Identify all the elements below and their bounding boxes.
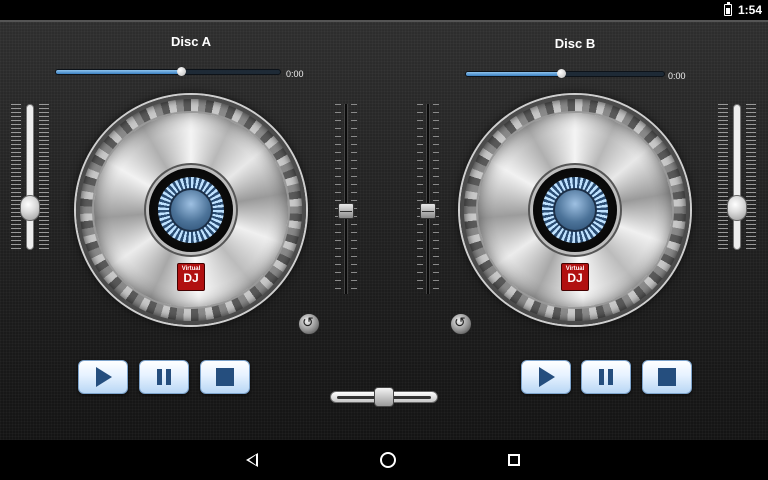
disc-b-stop-button[interactable] (642, 360, 692, 394)
disc-a-sync-icon[interactable] (298, 313, 320, 335)
disc-a-pitch-fader[interactable] (335, 104, 357, 294)
crossfader-handle[interactable] (374, 387, 394, 407)
navigation-bar (0, 440, 768, 480)
pitch-groove (426, 104, 430, 294)
crossfader[interactable] (330, 387, 438, 407)
disc-b-sync-icon[interactable] (450, 313, 472, 335)
disc-b-volume-slider[interactable] (718, 104, 756, 250)
disc-b-pitch-cap[interactable] (420, 203, 436, 220)
volume-scale-ticks (39, 104, 49, 250)
disc-a-volume-slider[interactable] (11, 104, 49, 250)
hub-core (169, 188, 213, 232)
disc-b-turntable[interactable]: Virtual DJ (460, 95, 690, 325)
disc-b-progress-knob[interactable] (557, 69, 567, 78)
disc-a-pitch-cap[interactable] (338, 203, 354, 220)
status-bar: 1:54 (0, 0, 768, 20)
disc-b-play-button[interactable] (521, 360, 571, 394)
disc-b-progress-bar[interactable] (465, 69, 665, 78)
virtual-dj-logo: Virtual DJ (561, 263, 589, 291)
disc-b-progress-time: 0:00 (668, 71, 686, 81)
disc-b-pitch-fader[interactable] (417, 104, 439, 294)
recent-apps-icon[interactable] (508, 454, 520, 466)
disc-a-stop-button[interactable] (200, 360, 250, 394)
virtual-dj-logo: Virtual DJ (177, 263, 205, 291)
pitch-groove (344, 104, 348, 294)
disc-a-progress-knob[interactable] (177, 67, 187, 76)
disc-a-progress-fill (56, 70, 182, 74)
disc-a-play-button[interactable] (78, 360, 128, 394)
volume-track (26, 104, 34, 250)
hub-core (553, 188, 597, 232)
stop-icon (658, 368, 676, 386)
disc-a-turntable[interactable]: Virtual DJ (76, 95, 306, 325)
status-time: 1:54 (737, 3, 762, 17)
pause-icon (599, 369, 613, 385)
disc-a-progress-bar[interactable] (55, 67, 281, 76)
turntable-hub (533, 168, 617, 252)
turntable-hub (149, 168, 233, 252)
disc-b-volume-thumb[interactable] (727, 195, 747, 222)
disc-b-progress-fill (466, 72, 562, 76)
disc-a-pause-button[interactable] (139, 360, 189, 394)
pause-icon (157, 369, 171, 385)
dj-mixer-panel: Disc A 0:00 Virtual DJ Di (0, 20, 768, 440)
battery-charging-icon (724, 2, 732, 16)
disc-a-volume-thumb[interactable] (20, 195, 40, 222)
play-icon (96, 367, 112, 387)
disc-b-title: Disc B (554, 36, 596, 51)
disc-a-title: Disc A (171, 34, 211, 49)
play-icon (539, 367, 555, 387)
back-icon[interactable] (246, 453, 258, 467)
volume-scale-ticks (718, 104, 728, 250)
volume-track (733, 104, 741, 250)
home-icon[interactable] (380, 452, 396, 468)
disc-b-pause-button[interactable] (581, 360, 631, 394)
stop-icon (216, 368, 234, 386)
volume-scale-ticks (746, 104, 756, 250)
volume-scale-ticks (11, 104, 21, 250)
disc-a-progress-time: 0:00 (286, 69, 304, 79)
